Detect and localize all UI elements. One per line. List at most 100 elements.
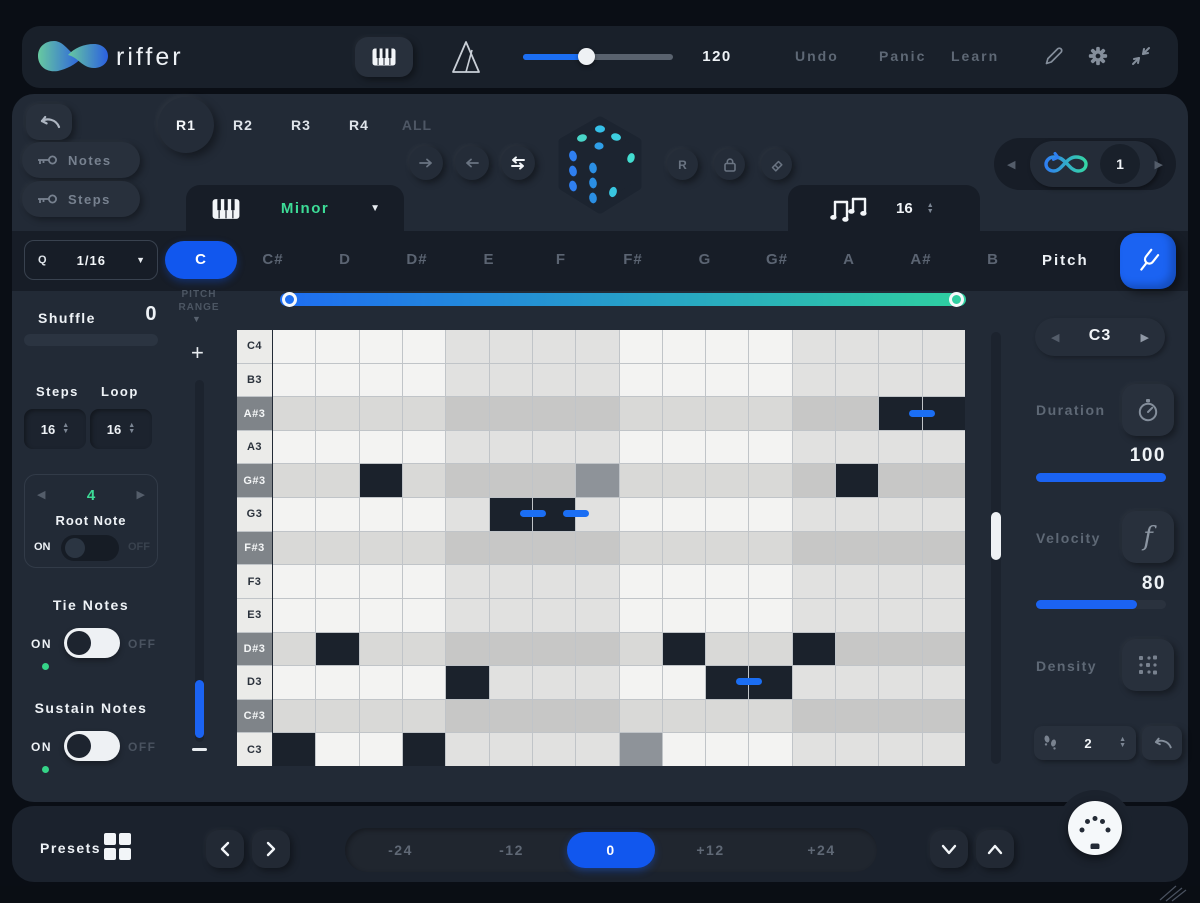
transpose-option-m12[interactable]: -12	[456, 842, 567, 858]
grid-cell-d3-13[interactable]	[793, 666, 835, 699]
grid-cell-b3-6[interactable]	[490, 364, 532, 397]
midi-din-button[interactable]	[1068, 801, 1122, 855]
grid-cell-a3-3[interactable]	[360, 431, 402, 464]
grid-cell-a3-1[interactable]	[273, 431, 315, 464]
grid-cell-fs3-8[interactable]	[576, 532, 618, 565]
grid-cell-b3-13[interactable]	[793, 364, 835, 397]
grid-cell-g3-14[interactable]	[836, 498, 878, 531]
grid-cell-c4-9[interactable]	[620, 330, 662, 363]
grid-cell-a3-15[interactable]	[879, 431, 921, 464]
grid-cell-a3-10[interactable]	[663, 431, 705, 464]
grid-cell-as3-13[interactable]	[793, 397, 835, 430]
grid-cell-g3-9[interactable]	[620, 498, 662, 531]
tempo-slider-thumb[interactable]	[578, 48, 595, 65]
grid-cell-c4-11[interactable]	[706, 330, 748, 363]
grid-cell-e3-1[interactable]	[273, 599, 315, 632]
grid-cell-cs3-1[interactable]	[273, 700, 315, 733]
grid-cell-cs3-15[interactable]	[879, 700, 921, 733]
pitch-range-slider[interactable]	[280, 293, 966, 306]
grid-cell-fs3-14[interactable]	[836, 532, 878, 565]
grid-cell-fs3-1[interactable]	[273, 532, 315, 565]
grid-cell-ds3-12[interactable]	[749, 633, 791, 666]
grid-cell-ds3-13[interactable]	[793, 633, 835, 666]
root-note-next-arrow[interactable]: ▶	[137, 488, 145, 501]
root-note-toggle[interactable]	[61, 535, 119, 561]
grid-cell-b3-7[interactable]	[533, 364, 575, 397]
grid-cell-ds3-9[interactable]	[620, 633, 662, 666]
grid-cell-b3-2[interactable]	[316, 364, 358, 397]
grid-cell-c3-8[interactable]	[576, 733, 618, 766]
grid-cell-b3-1[interactable]	[273, 364, 315, 397]
grid-cell-g3-2[interactable]	[316, 498, 358, 531]
grid-cell-g3-5[interactable]	[446, 498, 488, 531]
grid-cell-gs3-5[interactable]	[446, 464, 488, 497]
panic-button[interactable]: Panic	[879, 48, 926, 64]
riff-tab-r1[interactable]: R1	[158, 97, 214, 153]
riff-tab-r3[interactable]: R3	[272, 117, 330, 133]
grid-cell-as3-10[interactable]	[663, 397, 705, 430]
grid-cell-g3-12[interactable]	[749, 498, 791, 531]
edit-pencil-icon[interactable]	[1042, 44, 1066, 68]
grid-cell-gs3-14[interactable]	[836, 464, 878, 497]
grid-cell-gs3-11[interactable]	[706, 464, 748, 497]
grid-cell-c4-10[interactable]	[663, 330, 705, 363]
grid-cell-c4-12[interactable]	[749, 330, 791, 363]
transpose-option-p12[interactable]: +12	[655, 842, 766, 858]
grid-cell-cs3-11[interactable]	[706, 700, 748, 733]
grid-cell-f3-6[interactable]	[490, 565, 532, 598]
note-key-b[interactable]: B	[957, 241, 1029, 279]
grid-cell-g3-10[interactable]	[663, 498, 705, 531]
note-key-g[interactable]: G	[669, 241, 741, 279]
grid-cell-cs3-9[interactable]	[620, 700, 662, 733]
grid-cell-e3-12[interactable]	[749, 599, 791, 632]
grid-cell-ds3-4[interactable]	[403, 633, 445, 666]
grid-cell-c3-2[interactable]	[316, 733, 358, 766]
grid-cell-cs3-4[interactable]	[403, 700, 445, 733]
grid-cell-ds3-5[interactable]	[446, 633, 488, 666]
riff-tab-r2[interactable]: R2	[214, 117, 272, 133]
grid-cell-f3-14[interactable]	[836, 565, 878, 598]
grid-cell-d3-10[interactable]	[663, 666, 705, 699]
grid-cell-fs3-16[interactable]	[923, 532, 965, 565]
note-length-tab[interactable]: 16 ▲▼	[788, 185, 980, 232]
note-length-stepper[interactable]: ▲▼	[927, 203, 934, 215]
octave-next-arrow[interactable]: ▶	[1141, 331, 1149, 344]
grid-cell-c3-12[interactable]	[749, 733, 791, 766]
grid-cell-c3-9[interactable]	[620, 733, 662, 766]
note-key-as[interactable]: A#	[885, 241, 957, 279]
grid-cell-fs3-7[interactable]	[533, 532, 575, 565]
tie-notes-toggle[interactable]	[64, 628, 120, 658]
grid-cell-gs3-8[interactable]	[576, 464, 618, 497]
grid-cell-a3-5[interactable]	[446, 431, 488, 464]
octave-down-button[interactable]	[930, 830, 968, 868]
pitch-range-track[interactable]	[195, 380, 204, 742]
loop-stepper[interactable]: 16 ▲▼	[90, 409, 152, 449]
density-button[interactable]	[1122, 639, 1174, 691]
lock-button[interactable]	[714, 149, 745, 180]
grid-cell-a3-4[interactable]	[403, 431, 445, 464]
grid-cell-c4-1[interactable]	[273, 330, 315, 363]
shuffle-slider[interactable]	[24, 334, 158, 346]
grid-cell-cs3-13[interactable]	[793, 700, 835, 733]
grid-cell-b3-5[interactable]	[446, 364, 488, 397]
grid-cell-fs3-5[interactable]	[446, 532, 488, 565]
grid-cell-gs3-9[interactable]	[620, 464, 662, 497]
grid-cell-c4-14[interactable]	[836, 330, 878, 363]
grid-cell-f3-16[interactable]	[923, 565, 965, 598]
grid-cell-d3-1[interactable]	[273, 666, 315, 699]
grid-cell-f3-12[interactable]	[749, 565, 791, 598]
grid-cell-g3-13[interactable]	[793, 498, 835, 531]
grid-cell-gs3-16[interactable]	[923, 464, 965, 497]
grid-cell-cs3-2[interactable]	[316, 700, 358, 733]
grid-cell-d3-7[interactable]	[533, 666, 575, 699]
grid-cell-gs3-13[interactable]	[793, 464, 835, 497]
grid-cell-d3-16[interactable]	[923, 666, 965, 699]
grid-cell-f3-5[interactable]	[446, 565, 488, 598]
grid-cell-g3-3[interactable]	[360, 498, 402, 531]
grid-cell-d3-3[interactable]	[360, 666, 402, 699]
transpose-option-m24[interactable]: -24	[345, 842, 456, 858]
grid-cell-as3-6[interactable]	[490, 397, 532, 430]
pitch-range-thumb[interactable]	[195, 680, 204, 738]
grid-cell-c4-7[interactable]	[533, 330, 575, 363]
grid-cell-e3-11[interactable]	[706, 599, 748, 632]
